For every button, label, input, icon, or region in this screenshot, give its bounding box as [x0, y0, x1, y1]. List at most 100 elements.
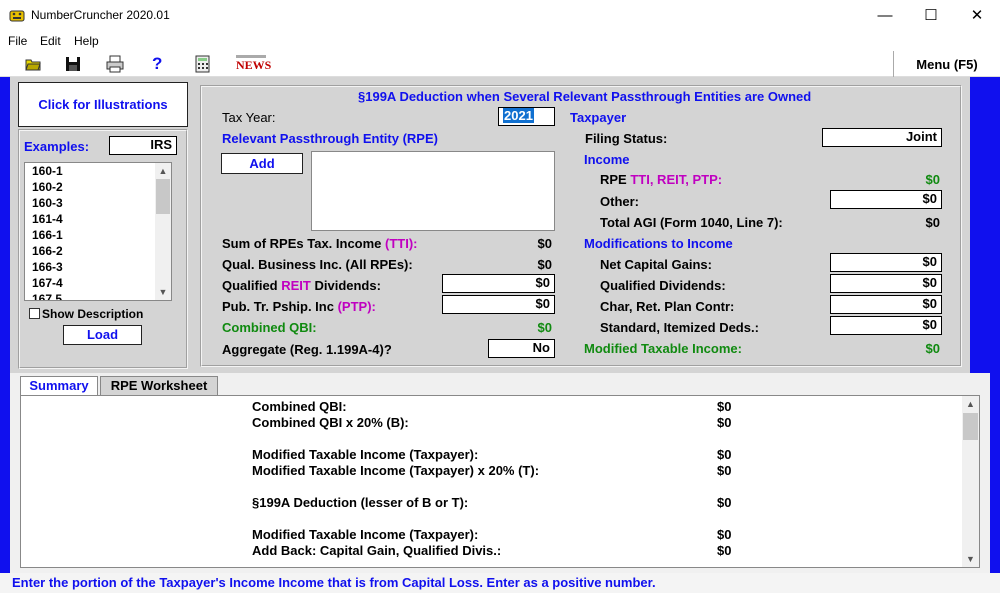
examples-filter-field[interactable]: IRS — [109, 136, 177, 155]
examples-label: Examples: — [24, 139, 90, 154]
menu-file[interactable]: File — [8, 34, 27, 48]
news-label: NEWS — [236, 58, 272, 72]
aggregate-field[interactable]: No — [488, 339, 555, 358]
list-item[interactable]: 167.5 — [25, 291, 171, 300]
summary-row-value: $0 — [717, 447, 732, 462]
tax-year-label: Tax Year: — [222, 110, 276, 125]
combined-qbi-label: Combined QBI: — [222, 320, 317, 335]
tab-rpe-worksheet[interactable]: RPE Worksheet — [100, 376, 218, 396]
qualified-dividends-field[interactable]: $0 — [830, 274, 942, 293]
show-description-label: Show Description — [42, 307, 144, 321]
summary-row-value: $0 — [717, 399, 732, 414]
scroll-down-icon[interactable]: ▼ — [155, 284, 171, 300]
total-agi-label: Total AGI (Form 1040, Line 7): — [600, 215, 783, 230]
summary-row-label: Combined QBI: — [252, 399, 347, 414]
other-income-label: Other: — [600, 194, 639, 209]
deduction-form: §199A Deduction when Several Relevant Pa… — [195, 77, 970, 373]
calculator-icon[interactable] — [194, 55, 212, 73]
summary-row-value: $0 — [717, 543, 732, 558]
charity-retirement-field[interactable]: $0 — [830, 295, 942, 314]
list-item[interactable]: 160-3 — [25, 195, 171, 211]
window-title: NumberCruncher 2020.01 — [31, 8, 170, 22]
income-heading: Income — [584, 152, 630, 167]
title-bar: NumberCruncher 2020.01 — ☐ ✕ — [0, 0, 1000, 31]
list-item[interactable]: 167-4 — [25, 275, 171, 291]
list-item[interactable]: 161-4 — [25, 211, 171, 227]
load-button[interactable]: Load — [63, 325, 142, 345]
modified-taxable-value: $0 — [925, 341, 940, 356]
menu-edit[interactable]: Edit — [40, 34, 61, 48]
examples-list[interactable]: 160-1 160-2 160-3 161-4 166-1 166-2 166-3 167-4… — [24, 162, 172, 301]
qbi-all-label: Qual. Business Inc. (All RPEs): — [222, 257, 413, 272]
scroll-thumb[interactable] — [963, 413, 978, 440]
list-item[interactable]: 166-1 — [25, 227, 171, 243]
list-item[interactable]: 160-2 — [25, 179, 171, 195]
summary-row-value: $0 — [717, 495, 732, 510]
summary-row-value: $0 — [717, 463, 732, 478]
scroll-up-icon[interactable]: ▲ — [155, 163, 171, 179]
checkbox-icon[interactable] — [29, 308, 40, 319]
summary-row-label: Modified Taxable Income (Taxpayer): — [252, 447, 479, 462]
taxpayer-heading: Taxpayer — [570, 110, 627, 125]
rpe-list[interactable] — [311, 151, 555, 231]
menu-help[interactable]: Help — [74, 34, 99, 48]
status-bar: Enter the portion of the Taxpayer's Inco… — [0, 573, 1000, 593]
modified-taxable-label: Modified Taxable Income: — [584, 341, 742, 356]
charity-retirement-label: Char, Ret. Plan Contr: — [600, 299, 735, 314]
scroll-up-icon[interactable]: ▲ — [962, 396, 979, 412]
rpe-income-value: $0 — [925, 172, 940, 187]
list-item[interactable]: 166-3 — [25, 259, 171, 275]
menu-bar: File Edit Help — [0, 31, 1000, 51]
ptp-income-field[interactable]: $0 — [442, 295, 555, 314]
open-folder-icon[interactable] — [25, 55, 41, 73]
aggregate-label: Aggregate (Reg. 1.199A-4)? — [222, 342, 392, 357]
tab-summary[interactable]: Summary — [20, 376, 98, 397]
total-agi-value: $0 — [925, 215, 940, 230]
rpe-heading: Relevant Passthrough Entity (RPE) — [222, 131, 438, 146]
modifications-heading: Modifications to Income — [584, 236, 733, 251]
filing-status-label: Filing Status: — [585, 131, 668, 146]
save-icon[interactable] — [65, 55, 81, 73]
help-icon[interactable]: ? — [152, 55, 162, 73]
show-description-checkbox[interactable]: Show Description — [29, 307, 143, 321]
news-icon[interactable]: NEWS — [236, 55, 272, 73]
qualified-dividends-label: Qualified Dividends: — [600, 278, 726, 293]
summary-row-label: Modified Taxable Income (Taxpayer): — [252, 527, 479, 542]
combined-qbi-value: $0 — [537, 320, 552, 335]
reit-dividends-label: Qualified REIT Dividends: — [222, 278, 381, 293]
summary-pane: Combined QBI: $0 Combined QBI x 20% (B): $0… — [20, 395, 980, 568]
app-icon — [9, 10, 25, 22]
illustrations-button[interactable]: Click for Illustrations — [18, 82, 188, 127]
sum-tti-value: $0 — [537, 236, 552, 251]
rpe-income-label: RPE TTI, REIT, PTP: — [600, 172, 723, 187]
print-icon[interactable] — [106, 55, 124, 73]
close-button[interactable]: ✕ — [954, 0, 1000, 31]
add-rpe-button[interactable]: Add — [221, 153, 303, 174]
menu-f5-button[interactable]: Menu (F5) — [893, 51, 1000, 77]
list-item[interactable]: 166-2 — [25, 243, 171, 259]
qbi-all-value: $0 — [537, 257, 552, 272]
list-item[interactable]: 160-1 — [25, 163, 171, 179]
maximize-button[interactable]: ☐ — [908, 0, 954, 31]
reit-dividends-field[interactable]: $0 — [442, 274, 555, 293]
examples-scrollbar[interactable]: ▲ ▼ — [155, 163, 171, 300]
net-capital-gains-field[interactable]: $0 — [830, 253, 942, 272]
itemized-deductions-field[interactable]: $0 — [830, 316, 942, 335]
summary-scrollbar[interactable]: ▲ ▼ — [962, 396, 979, 567]
net-capital-gains-label: Net Capital Gains: — [600, 257, 712, 272]
ptp-income-label: Pub. Tr. Pship. Inc (PTP): — [222, 299, 376, 314]
scroll-thumb[interactable] — [156, 179, 170, 214]
minimize-button[interactable]: — — [862, 0, 908, 31]
tax-year-value: 2021 — [503, 108, 534, 123]
summary-row-label: Modified Taxable Income (Taxpayer) x 20%… — [252, 463, 540, 478]
summary-row-label: Combined QBI x 20% (B): — [252, 415, 409, 430]
tax-year-field[interactable]: 2021 — [498, 107, 555, 126]
summary-row-label: Add Back: Capital Gain, Qualified Divis.… — [252, 543, 502, 558]
scroll-down-icon[interactable]: ▼ — [962, 551, 979, 567]
form-heading: §199A Deduction when Several Relevant Pa… — [358, 89, 812, 104]
filing-status-field[interactable]: Joint — [822, 128, 942, 147]
other-income-field[interactable]: $0 — [830, 190, 942, 209]
summary-row-value: $0 — [717, 527, 732, 542]
examples-panel: Click for Illustrations Examples: IRS 16… — [10, 77, 195, 373]
itemized-deductions-label: Standard, Itemized Deds.: — [600, 320, 759, 335]
